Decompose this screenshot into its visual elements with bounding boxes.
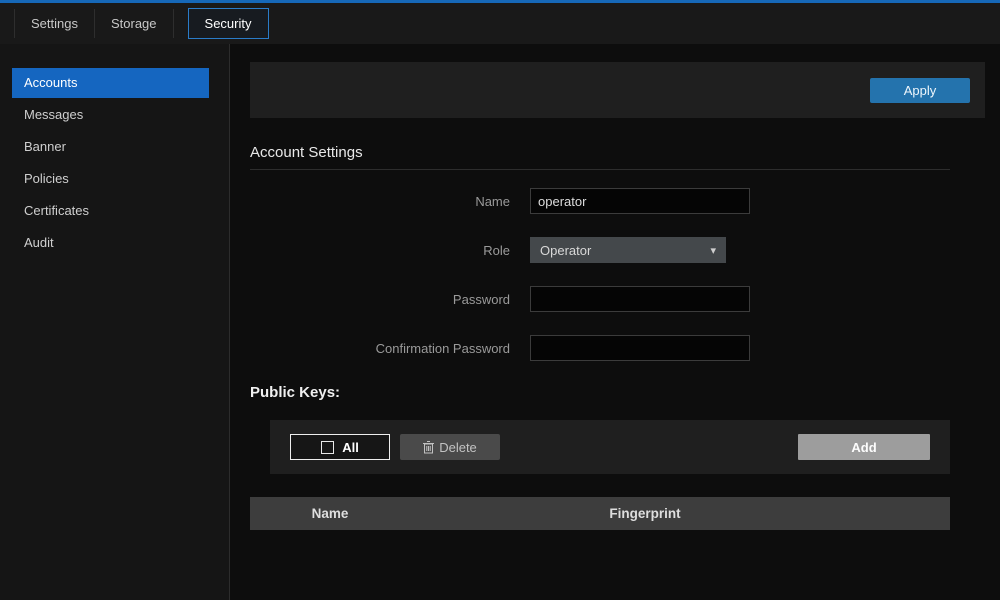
tab-settings[interactable]: Settings: [14, 9, 95, 38]
sidebar-item-messages[interactable]: Messages: [12, 100, 209, 130]
sidebar-item-policies[interactable]: Policies: [12, 164, 209, 194]
name-row: Name: [250, 188, 985, 214]
public-keys-heading: Public Keys:: [250, 384, 985, 401]
delete-button[interactable]: Delete: [400, 434, 500, 460]
main-content: Apply Account Settings Name Role Operato…: [231, 44, 1000, 600]
column-header-fingerprint: Fingerprint: [410, 506, 880, 521]
add-button[interactable]: Add: [798, 434, 930, 460]
role-select[interactable]: Operator ▾: [530, 237, 726, 263]
role-label: Role: [250, 243, 510, 258]
sidebar-item-certificates[interactable]: Certificates: [12, 196, 209, 226]
password-row: Password: [250, 286, 985, 312]
tab-storage[interactable]: Storage: [95, 9, 174, 38]
public-keys-toolbar: All Delete Add: [270, 420, 950, 474]
tab-security[interactable]: Security: [188, 8, 269, 39]
select-all-label: All: [342, 440, 359, 455]
confirmation-password-input[interactable]: [530, 335, 750, 361]
sidebar-item-banner[interactable]: Banner: [12, 132, 209, 162]
section-title-account-settings: Account Settings: [250, 144, 950, 170]
apply-button[interactable]: Apply: [870, 78, 970, 103]
checkbox-unchecked-icon: [321, 441, 334, 454]
apply-toolbar: Apply: [250, 62, 985, 118]
delete-label: Delete: [439, 440, 477, 455]
sidebar-item-audit[interactable]: Audit: [12, 228, 209, 258]
name-label: Name: [250, 194, 510, 209]
password-label: Password: [250, 292, 510, 307]
select-all-button[interactable]: All: [290, 434, 390, 460]
sidebar-nav: Accounts Messages Banner Policies Certif…: [0, 44, 230, 600]
role-row: Role Operator ▾: [250, 237, 985, 263]
password-input[interactable]: [530, 286, 750, 312]
name-input[interactable]: [530, 188, 750, 214]
public-keys-table-header: Name Fingerprint: [250, 497, 950, 530]
trash-icon: [423, 441, 434, 454]
confirmation-password-row: Confirmation Password: [250, 335, 985, 361]
sidebar-item-accounts[interactable]: Accounts: [12, 68, 209, 98]
confirmation-password-label: Confirmation Password: [250, 341, 510, 356]
chevron-down-icon: ▾: [710, 244, 716, 257]
role-selected-value: Operator: [540, 243, 591, 258]
top-tab-bar: Settings Storage Security: [0, 0, 1000, 44]
account-settings-form: Name Role Operator ▾ Password Confirmati…: [250, 188, 985, 361]
column-header-name: Name: [250, 506, 410, 521]
